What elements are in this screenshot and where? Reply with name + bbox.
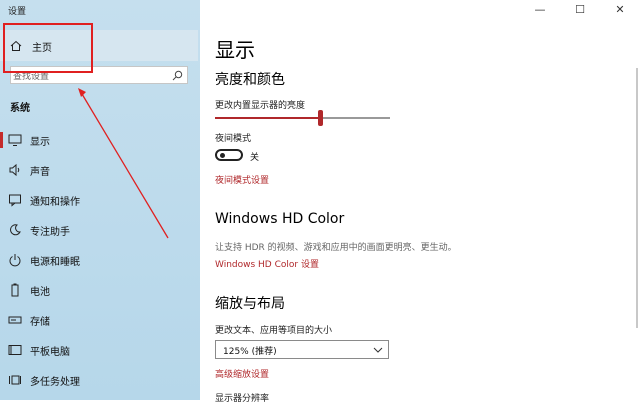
close-button[interactable]: ✕ [608,3,632,16]
sidebar-item-label: 多任务处理 [30,377,80,388]
sidebar-item-label: 电源和睡眠 [30,257,80,268]
sidebar-item-tablet[interactable]: 平板电脑 [0,336,198,364]
scale-label: 更改文本、应用等项目的大小 [215,326,333,336]
hdr-description: 让支持 HDR 的视频、游戏和应用中的画面更明亮、更生动。 [215,243,457,253]
notification-icon [9,194,21,207]
section-label-system: 系统 [10,103,30,114]
battery-icon [11,283,19,297]
night-light-toggle[interactable] [215,149,243,161]
monitor-icon [8,134,22,146]
night-light-state: 关 [250,153,260,163]
sidebar-item-label: 专注助手 [30,227,70,238]
scale-dropdown-value: 125% (推荐) [223,347,277,357]
sidebar: 设置 主页 查找设置 系统 显示 声音 通知和操作 专注助手 电源和睡眠 电池 … [0,0,200,400]
sidebar-item-sound[interactable]: 声音 [0,156,198,184]
sidebar-item-label: 通知和操作 [30,197,80,208]
maximize-button[interactable]: ☐ [568,3,592,16]
home-icon [10,40,22,51]
advanced-scaling-link[interactable]: 高级缩放设置 [215,367,269,380]
brightness-slider[interactable] [215,110,390,126]
chevron-down-icon [373,347,383,353]
search-icon[interactable] [172,70,183,81]
sidebar-item-multitasking[interactable]: 多任务处理 [0,366,198,394]
speaker-icon [9,163,20,177]
sidebar-item-label: 存储 [30,317,50,328]
multitask-icon [9,375,21,385]
minimize-button[interactable]: — [528,3,552,16]
window-title: 设置 [8,7,27,17]
search-input[interactable]: 查找设置 [10,66,188,84]
scale-layout-heading: 缩放与布局 [215,296,285,312]
search-placeholder: 查找设置 [13,72,50,82]
sidebar-item-label: 显示 [30,137,50,148]
night-light-settings-link[interactable]: 夜间模式设置 [215,173,269,186]
toggle-knob [220,153,225,158]
main-content: — ☐ ✕ 显示 亮度和颜色 更改内置显示器的亮度 夜间模式 关 夜间模式设置 … [200,0,640,404]
sidebar-item-label: 平板电脑 [30,347,70,358]
sidebar-item-label: 电池 [30,287,50,298]
sidebar-item-power-sleep[interactable]: 电源和睡眠 [0,246,198,274]
hdr-settings-link[interactable]: Windows HD Color 设置 [215,257,319,270]
power-icon [9,254,21,267]
slider-fill [215,117,320,119]
storage-icon [8,316,22,324]
sidebar-item-storage[interactable]: 存储 [0,306,198,334]
scrollbar[interactable] [636,68,638,328]
sidebar-item-notifications[interactable]: 通知和操作 [0,186,198,214]
sidebar-item-battery[interactable]: 电池 [0,276,198,304]
night-light-label: 夜间模式 [215,134,252,144]
resolution-label: 显示器分辨率 [215,394,270,404]
moon-icon [10,224,21,236]
brightness-section-heading: 亮度和颜色 [215,72,285,88]
home-nav-item[interactable]: 主页 [0,30,198,61]
slider-thumb[interactable] [318,110,323,126]
sidebar-item-display[interactable]: 显示 [0,126,198,154]
sidebar-item-focus-assist[interactable]: 专注助手 [0,216,198,244]
home-label: 主页 [32,43,52,54]
window-controls: — ☐ ✕ [520,0,640,20]
scale-dropdown[interactable]: 125% (推荐) [215,340,389,359]
hdr-heading: Windows HD Color [215,211,345,227]
page-title: 显示 [215,38,255,62]
sidebar-item-label: 声音 [30,167,50,178]
active-indicator [0,132,3,148]
tablet-icon [8,345,22,355]
brightness-label: 更改内置显示器的亮度 [215,101,306,111]
